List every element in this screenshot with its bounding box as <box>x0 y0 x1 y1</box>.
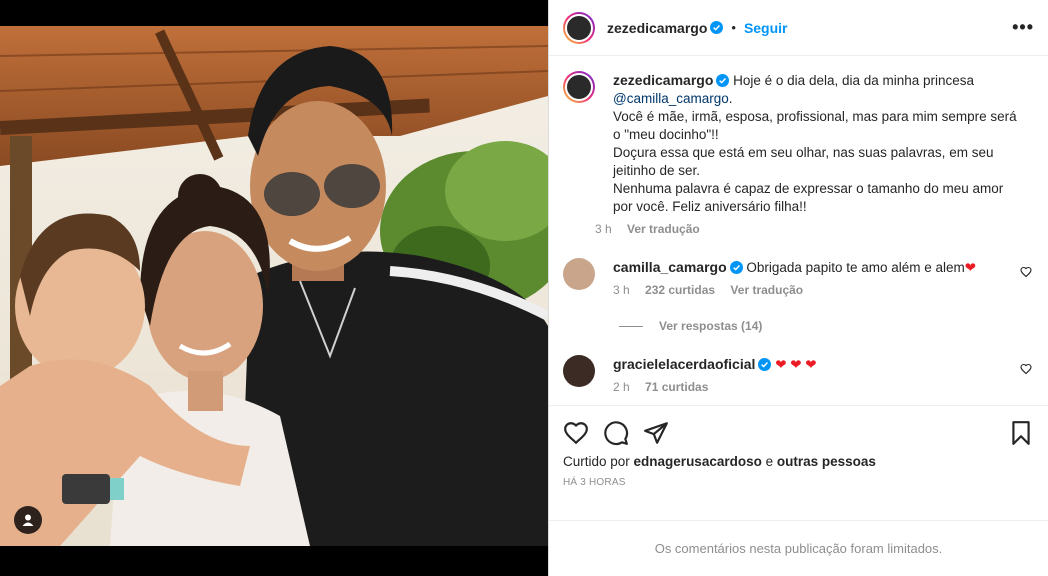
user-tag-icon <box>22 514 34 526</box>
verified-badge-icon <box>716 74 730 87</box>
verified-badge-icon <box>710 21 724 34</box>
verified-badge-icon <box>758 358 772 371</box>
comment-username[interactable]: gracielelacerdaoficial <box>613 356 755 372</box>
comments-limited-notice: Os comentários nesta publicação foram li… <box>549 520 1048 576</box>
author-username[interactable]: zezedicamargo <box>607 20 707 36</box>
comment-like-heart-icon[interactable] <box>1020 266 1032 278</box>
comment-avatar[interactable] <box>563 355 595 387</box>
liked-by-prefix: Curtido por <box>563 454 634 469</box>
comment-item: camilla_camargo Obrigada papito te amo a… <box>563 258 1032 297</box>
comment-body: Obrigada papito te amo além e alem <box>746 260 965 275</box>
comment-avatar[interactable] <box>563 258 595 290</box>
post-timestamp[interactable]: HÁ 3 HORAS <box>563 477 1034 488</box>
bookmark-icon[interactable] <box>1008 420 1034 446</box>
post-header: zezedicamargo • Seguir ••• <box>549 0 1048 56</box>
post-media-pane <box>0 0 548 576</box>
liked-by-others[interactable]: outras pessoas <box>777 454 876 469</box>
comment-time: 2 h <box>613 380 630 394</box>
caption-author-avatar[interactable] <box>563 71 595 103</box>
post-photo[interactable] <box>0 26 548 546</box>
comment-likes-link[interactable]: 232 curtidas <box>645 283 715 297</box>
comment-text: gracielelacerdaoficial ❤ ❤ ❤ <box>613 355 1003 374</box>
liked-by-mid: e <box>761 454 777 469</box>
caption-mention-link[interactable]: @camilla_camargo <box>613 91 729 106</box>
verified-badge-icon <box>729 261 743 274</box>
share-icon[interactable] <box>643 420 669 446</box>
caption-text-before: Hoje é o dia dela, dia da minha princesa <box>733 73 975 88</box>
caption-time: 3 h <box>595 222 612 236</box>
comment-translate-link[interactable]: Ver tradução <box>730 283 803 297</box>
comment-like-heart-icon[interactable] <box>1020 363 1032 375</box>
caption: zezedicamargo Hoje é o dia dela, dia da … <box>563 71 1032 236</box>
heart-emoji: ❤ <box>964 260 977 275</box>
comment-time: 3 h <box>613 283 630 297</box>
caption-author-username[interactable]: zezedicamargo <box>613 72 713 88</box>
liked-by: Curtido por ednagerusacardoso e outras p… <box>563 454 1034 469</box>
caption-text-after: . Você é mãe, irmã, esposa, profissional… <box>613 91 1017 214</box>
post-side-panel: zezedicamargo • Seguir ••• zezedicamargo… <box>548 0 1048 576</box>
user-tag-button[interactable] <box>14 506 42 534</box>
post-photo-illustration <box>0 26 548 546</box>
comment-likes-link[interactable]: 71 curtidas <box>645 380 708 394</box>
caption-text: zezedicamargo Hoje é o dia dela, dia da … <box>613 71 1023 216</box>
author-avatar[interactable] <box>563 11 595 44</box>
comment-item: gracielelacerdaoficial ❤ ❤ ❤ 2 h 71 curt… <box>563 355 1032 394</box>
view-replies-label: Ver respostas (14) <box>659 319 763 333</box>
caption-meta: 3 h Ver tradução <box>595 222 1023 236</box>
comments-list[interactable]: zezedicamargo Hoje é o dia dela, dia da … <box>549 57 1048 405</box>
replies-divider <box>619 325 643 327</box>
comment-username[interactable]: camilla_camargo <box>613 259 727 275</box>
comment-meta: 3 h 232 curtidas Ver tradução <box>613 283 1003 297</box>
separator-dot: • <box>731 20 736 35</box>
heart-emojis: ❤ ❤ ❤ <box>775 357 817 372</box>
comment-meta: 2 h 71 curtidas <box>613 380 1003 394</box>
post-actions: Curtido por ednagerusacardoso e outras p… <box>549 405 1048 488</box>
action-bar <box>563 406 1034 460</box>
comment-icon[interactable] <box>603 420 629 446</box>
view-replies-button[interactable]: Ver respostas (14) <box>619 319 1032 333</box>
more-options-icon[interactable]: ••• <box>1012 17 1034 38</box>
follow-button[interactable]: Seguir <box>744 20 788 36</box>
caption-translate-link[interactable]: Ver tradução <box>627 222 700 236</box>
liked-by-user[interactable]: ednagerusacardoso <box>634 454 762 469</box>
heart-icon[interactable] <box>563 420 589 446</box>
comment-text: camilla_camargo Obrigada papito te amo a… <box>613 258 1003 277</box>
